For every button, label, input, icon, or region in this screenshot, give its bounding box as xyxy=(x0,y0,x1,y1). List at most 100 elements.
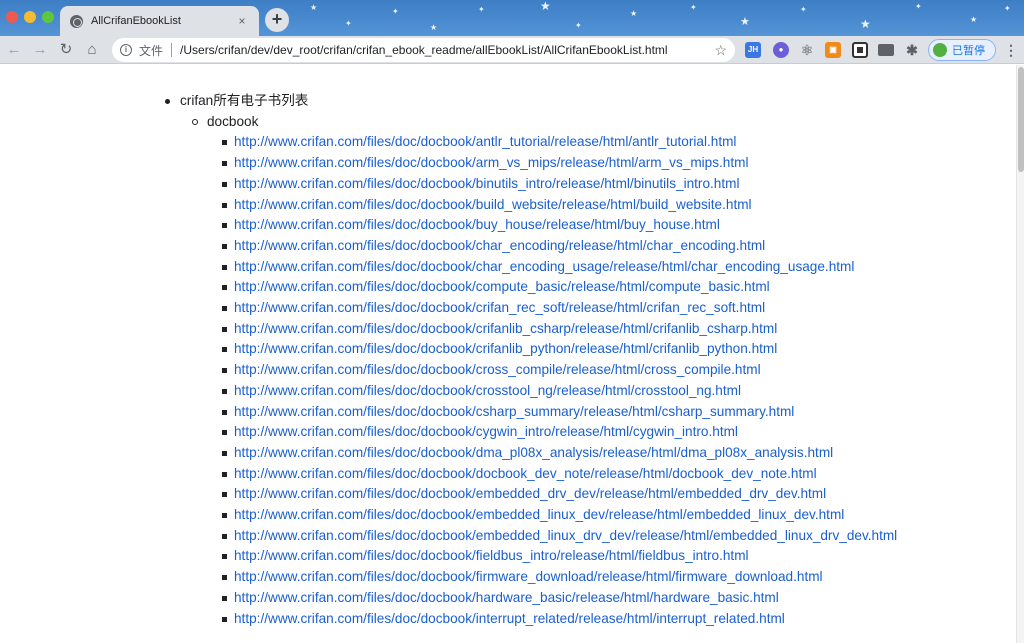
bullet-square xyxy=(222,264,227,270)
scrollbar-thumb[interactable] xyxy=(1018,67,1024,172)
star-decoration: ✦ xyxy=(575,21,582,30)
ebook-link[interactable]: http://www.crifan.com/files/doc/docbook/… xyxy=(234,217,720,232)
list-item: http://www.crifan.com/files/doc/docbook/… xyxy=(222,277,907,298)
star-decoration: ✦ xyxy=(478,5,485,14)
list-item: http://www.crifan.com/files/doc/docbook/… xyxy=(222,546,907,567)
jh-ext-icon[interactable]: JH xyxy=(745,42,761,58)
list-item: http://www.crifan.com/files/doc/docbook/… xyxy=(222,257,907,278)
star-decoration: ✦ xyxy=(1004,4,1011,13)
list-item: http://www.crifan.com/files/doc/docbook/… xyxy=(222,381,907,402)
ebook-link[interactable]: http://www.crifan.com/files/doc/docbook/… xyxy=(234,569,823,584)
ebook-link[interactable]: http://www.crifan.com/files/doc/docbook/… xyxy=(234,362,761,377)
star-decoration: ★ xyxy=(970,15,978,24)
ebook-link[interactable]: http://www.crifan.com/files/doc/docbook/… xyxy=(234,341,777,356)
ebook-link[interactable]: http://www.crifan.com/files/doc/docbook/… xyxy=(234,238,765,253)
tab-title: AllCrifanEbookList xyxy=(91,15,181,27)
close-window-button[interactable] xyxy=(6,11,18,23)
list-item: http://www.crifan.com/files/doc/docbook/… xyxy=(222,360,907,381)
bullet-square xyxy=(222,243,227,249)
list-item: http://www.crifan.com/files/doc/docbook/… xyxy=(222,174,907,195)
react-devtools-icon[interactable]: ⚛ xyxy=(799,42,815,58)
info-icon[interactable]: i xyxy=(120,44,132,56)
ebook-link[interactable]: http://www.crifan.com/files/doc/docbook/… xyxy=(234,300,765,315)
address-bar[interactable]: i 文件 /Users/crifan/dev/dev_root/crifan/c… xyxy=(112,38,735,62)
tab-active[interactable]: AllCrifanEbookList × xyxy=(60,6,259,36)
ebook-link[interactable]: http://www.crifan.com/files/doc/docbook/… xyxy=(234,424,738,439)
menu-dots-icon[interactable]: ⋮ xyxy=(1004,40,1018,60)
address-url[interactable]: /Users/crifan/dev/dev_root/crifan/crifan… xyxy=(180,43,714,57)
section-title: docbook xyxy=(207,113,259,129)
list-item: http://www.crifan.com/files/doc/docbook/… xyxy=(222,195,907,216)
ebook-link[interactable]: http://www.crifan.com/files/doc/docbook/… xyxy=(234,528,897,543)
reload-icon[interactable]: ↻ xyxy=(56,40,76,60)
globe-icon xyxy=(70,14,83,28)
profile-button[interactable]: 已暂停 xyxy=(928,39,996,61)
bullet-square xyxy=(222,513,227,519)
list-item: http://www.crifan.com/files/doc/docbook/… xyxy=(222,609,907,630)
vertical-scrollbar[interactable] xyxy=(1016,65,1024,643)
browser-toolbar: ← → ↻ ⌂ i 文件 /Users/crifan/dev/dev_root/… xyxy=(0,36,1024,64)
page-content: crifan所有电子书列表 docbook http://www.crifan.… xyxy=(0,91,1016,629)
ebook-link[interactable]: http://www.crifan.com/files/doc/docbook/… xyxy=(234,507,844,522)
ebook-link[interactable]: http://www.crifan.com/files/doc/docbook/… xyxy=(234,155,748,170)
bullet-square xyxy=(222,347,227,353)
bullet-square xyxy=(222,285,227,291)
list-item: http://www.crifan.com/files/doc/docbook/… xyxy=(222,319,907,340)
close-icon[interactable]: × xyxy=(235,14,249,28)
address-scheme-label: 文件 xyxy=(139,43,164,58)
list-item: http://www.crifan.com/files/doc/docbook/… xyxy=(222,567,907,588)
avatar xyxy=(933,43,947,57)
star-decoration: ✦ xyxy=(690,3,697,12)
ebook-link[interactable]: http://www.crifan.com/files/doc/docbook/… xyxy=(234,590,779,605)
ebook-link[interactable]: http://www.crifan.com/files/doc/docbook/… xyxy=(234,321,777,336)
new-tab-button[interactable]: + xyxy=(265,8,289,32)
bookmark-star-icon[interactable]: ☆ xyxy=(714,42,727,59)
side-panel-icon[interactable] xyxy=(878,44,894,56)
star-decoration: ✦ xyxy=(800,5,807,14)
ebook-link[interactable]: http://www.crifan.com/files/doc/docbook/… xyxy=(234,383,741,398)
minimize-window-button[interactable] xyxy=(24,11,36,23)
list-item: http://www.crifan.com/files/doc/docbook/… xyxy=(222,443,907,464)
bullet-disc xyxy=(165,99,170,104)
bullet-square xyxy=(222,140,227,146)
star-decoration: ★ xyxy=(540,0,551,13)
list-item: http://www.crifan.com/files/doc/docbook/… xyxy=(222,402,907,423)
back-arrow-icon[interactable]: ← xyxy=(4,40,24,60)
list-item: http://www.crifan.com/files/doc/docbook/… xyxy=(222,132,907,153)
home-icon[interactable]: ⌂ xyxy=(82,40,102,60)
bullet-square xyxy=(222,575,227,581)
window-titlebar: ★ ✦ ✦ ★ ✦ ★ ✦ ★ ✦ ★ ✦ ★ ✦ ★ ✦ AllCrifanE… xyxy=(0,0,1024,36)
ebook-link[interactable]: http://www.crifan.com/files/doc/docbook/… xyxy=(234,259,854,274)
circle-ext-icon[interactable]: ● xyxy=(773,42,789,58)
list-item: http://www.crifan.com/files/doc/docbook/… xyxy=(222,236,907,257)
bullet-square xyxy=(222,595,227,601)
forward-arrow-icon[interactable]: → xyxy=(30,40,50,60)
ebook-link[interactable]: http://www.crifan.com/files/doc/docbook/… xyxy=(234,176,739,191)
bullet-circle xyxy=(192,118,198,125)
bullet-square xyxy=(222,223,227,229)
bullet-square xyxy=(222,181,227,187)
puzzle-extensions-icon[interactable]: ✱ xyxy=(904,42,920,58)
bullet-square xyxy=(222,492,227,498)
bullet-square xyxy=(222,409,227,415)
ebook-link[interactable]: http://www.crifan.com/files/doc/docbook/… xyxy=(234,548,749,563)
bullet-square xyxy=(222,430,227,436)
ebook-link[interactable]: http://www.crifan.com/files/doc/docbook/… xyxy=(234,197,752,212)
ebook-link[interactable]: http://www.crifan.com/files/doc/docbook/… xyxy=(234,466,817,481)
qr-code-icon[interactable] xyxy=(852,42,868,58)
star-decoration: ★ xyxy=(630,9,638,18)
ebook-link[interactable]: http://www.crifan.com/files/doc/docbook/… xyxy=(234,404,794,419)
zoom-window-button[interactable] xyxy=(42,11,54,23)
star-decoration: ✦ xyxy=(345,19,352,28)
address-divider xyxy=(171,43,173,57)
star-decoration: ★ xyxy=(430,23,438,32)
list-item: http://www.crifan.com/files/doc/docbook/… xyxy=(222,298,907,319)
orange-ext-icon[interactable]: ▣ xyxy=(825,42,841,58)
bullet-square xyxy=(222,161,227,167)
ebook-link[interactable]: http://www.crifan.com/files/doc/docbook/… xyxy=(234,279,770,294)
ebook-link[interactable]: http://www.crifan.com/files/doc/docbook/… xyxy=(234,134,736,149)
ebook-link[interactable]: http://www.crifan.com/files/doc/docbook/… xyxy=(234,445,833,460)
star-decoration: ✦ xyxy=(915,2,922,11)
ebook-link[interactable]: http://www.crifan.com/files/doc/docbook/… xyxy=(234,611,785,626)
ebook-link[interactable]: http://www.crifan.com/files/doc/docbook/… xyxy=(234,486,826,501)
